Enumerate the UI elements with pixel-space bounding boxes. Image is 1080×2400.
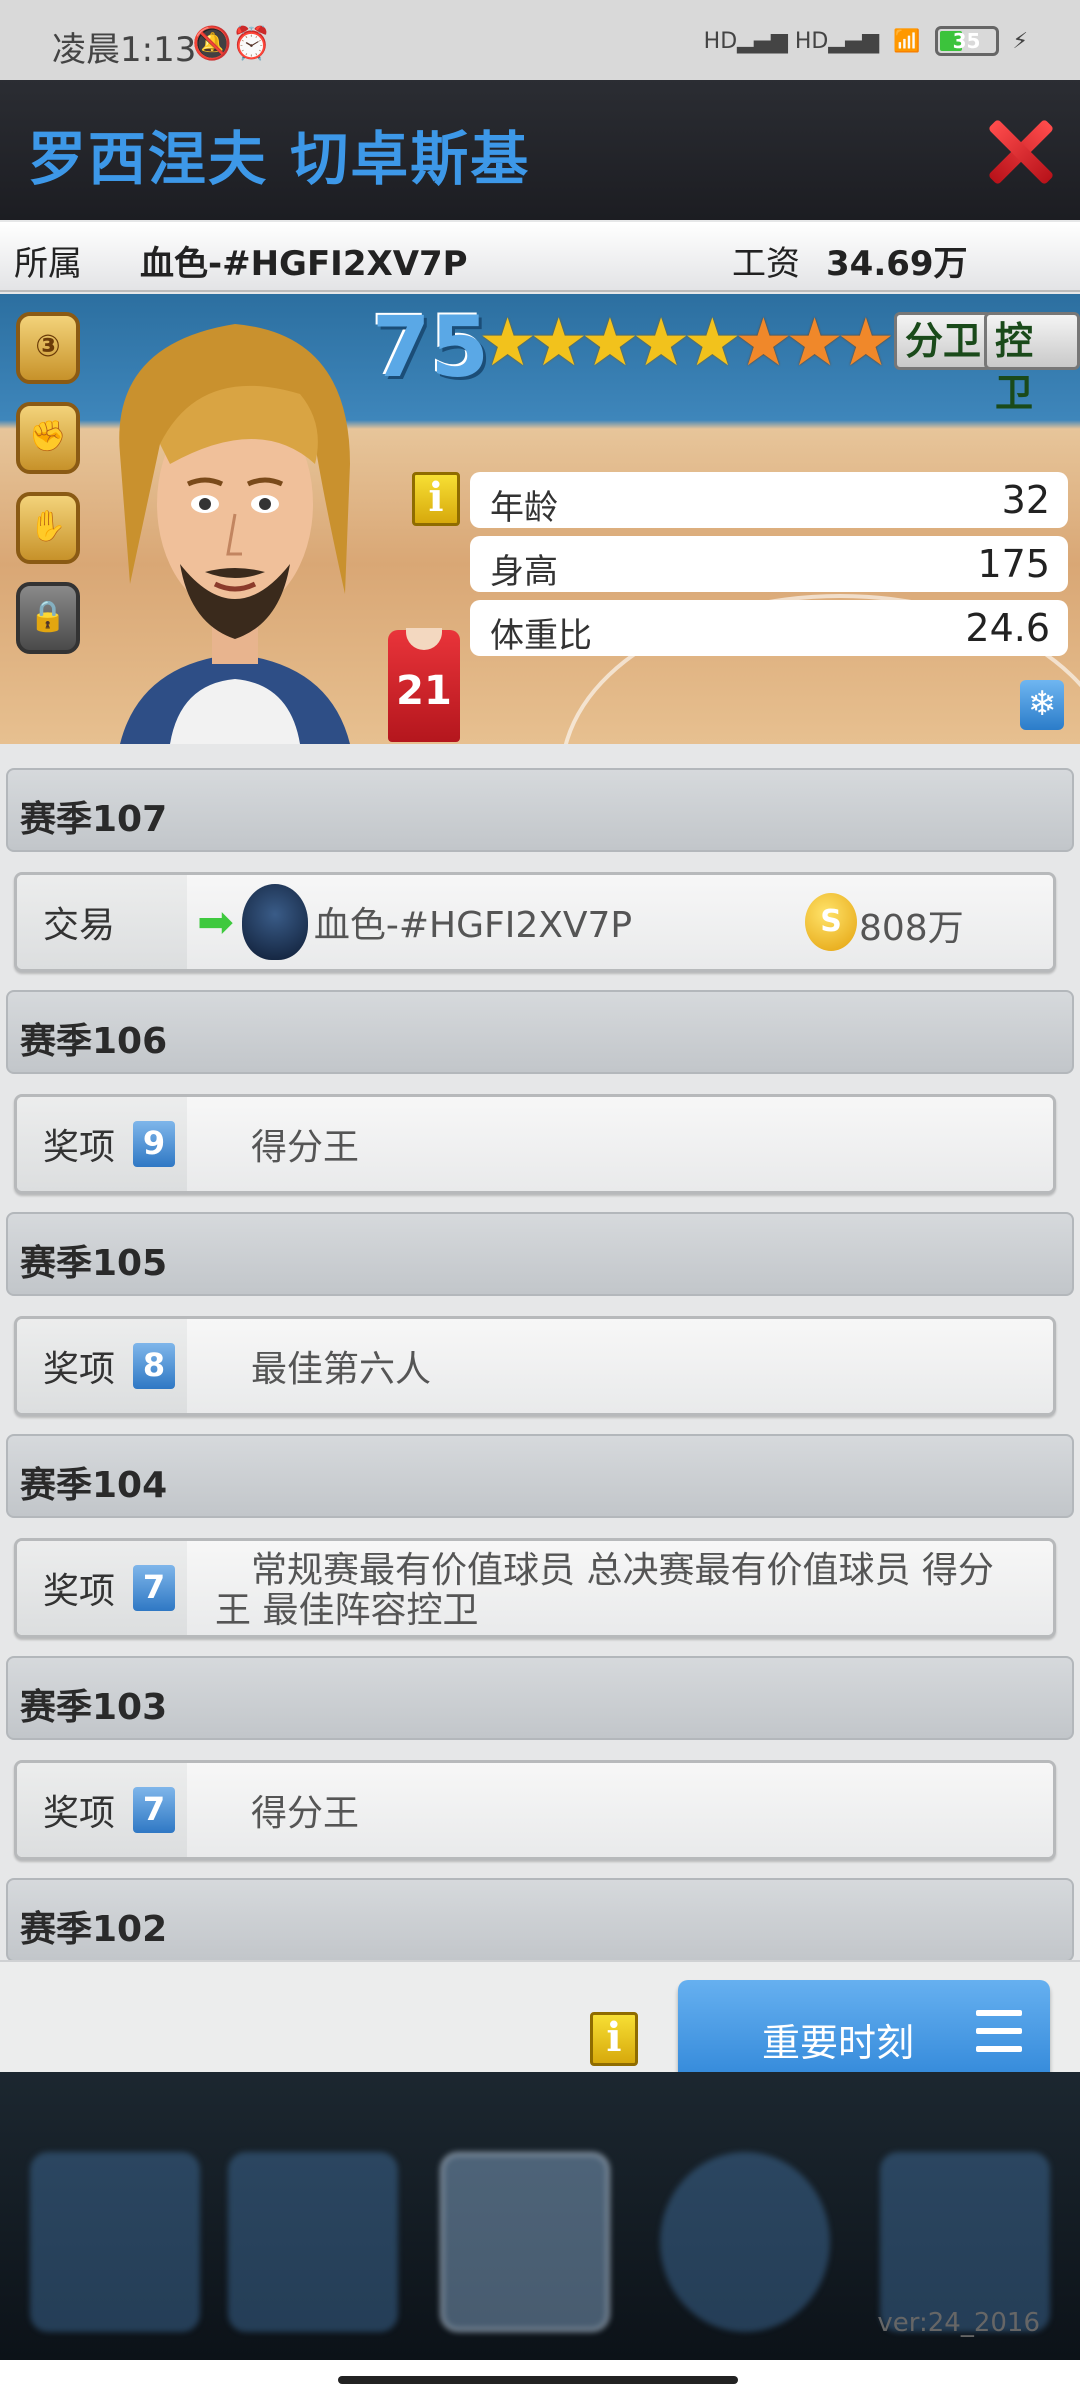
jersey-icon: 21 [388, 628, 460, 742]
battery-icon: 35 [934, 26, 999, 56]
player-avatar [119, 324, 350, 744]
snowflake-icon[interactable]: ❄ [1020, 680, 1064, 730]
notification-icons: 🔕⏰ [192, 24, 272, 62]
season-header: 赛季106 [6, 990, 1074, 1074]
skill-badge-2[interactable]: ✊ [16, 402, 80, 474]
gesture-bar [0, 2360, 1080, 2400]
stat-age: 年龄 32 [470, 472, 1068, 528]
entry-type: 奖项 [43, 1571, 116, 1612]
salary-label: 工资 [732, 244, 800, 284]
menu-icon [976, 2010, 1022, 2054]
signal-icon: HD▂▄▆ HD▂▄▆ [703, 28, 880, 54]
clock: 凌晨1:13 [52, 30, 197, 70]
award-entry[interactable]: 奖项 7 得分王 [14, 1760, 1056, 1860]
award-entry[interactable]: 奖项 9 得分王 [14, 1094, 1056, 1194]
status-right: HD▂▄▆ HD▂▄▆ 📶 35 ⚡ [704, 26, 1028, 56]
team-salary-bar: 所属 血色-#HGFI2XV7P 工资 34.69万(36.34万) [0, 222, 1080, 333]
nav-chat-icon[interactable] [660, 2152, 830, 2332]
home-indicator[interactable] [338, 2376, 738, 2384]
player-card: ③ ✊ ✋ 🔒 75 ★ ★ ★ ★ ★ ★ ★ ★ 分卫 控卫 i 年龄 32… [0, 294, 1080, 744]
entry-type-wrap: 奖项 9 [17, 1097, 187, 1191]
rating-stars: ★ ★ ★ ★ ★ ★ ★ ★ [478, 308, 895, 378]
trade-amount: 808万 [859, 908, 964, 949]
player-rating: 75 [372, 298, 489, 396]
season-header: 赛季103 [6, 1656, 1074, 1740]
award-count-badge: 8 [133, 1343, 176, 1389]
close-icon[interactable] [984, 116, 1054, 186]
team-value[interactable]: 血色-#HGFI2XV7P [140, 236, 468, 285]
season-header: 赛季102 [6, 1878, 1074, 1960]
player-name: 罗西涅夫 切卓斯基 [28, 125, 531, 193]
entry-type: 奖项 [43, 1793, 116, 1834]
season-header: 赛季104 [6, 1434, 1074, 1518]
award-text: 得分王 [187, 1097, 1053, 1191]
stat-value: 24.6 [965, 606, 1050, 650]
title-bar: 罗西涅夫 切卓斯基 [0, 80, 1080, 220]
entry-type: 交易 [17, 875, 187, 969]
nav-currency-icon[interactable] [228, 2152, 398, 2332]
trade-entry[interactable]: 交易 ➡ 血色-#HGFI2XV7P S 808万 [14, 872, 1056, 972]
position-tag-pg: 控卫 [984, 312, 1080, 415]
team-label: 所属 [14, 244, 82, 284]
team-logo-icon [241, 884, 308, 960]
entry-type-wrap: 奖项 7 [17, 1541, 187, 1635]
award-entry[interactable]: 奖项 7 常规赛最有价值球员 总决赛最有价值球员 得分王 最佳阵容控卫 [14, 1538, 1056, 1638]
nav-team-icon[interactable] [440, 2152, 610, 2332]
star-icon: ★ [836, 304, 896, 381]
award-text: 得分王 [187, 1763, 1053, 1857]
trade-team: 血色-#HGFI2XV7P [313, 905, 633, 946]
status-bar: 凌晨1:13 🔕⏰ HD▂▄▆ HD▂▄▆ 📶 35 ⚡ [0, 0, 1080, 80]
career-history-list[interactable]: 赛季107 交易 ➡ 血色-#HGFI2XV7P S 808万 赛季106 奖项… [0, 750, 1080, 1960]
stat-label: 身高 [490, 552, 558, 592]
season-header: 赛季107 [6, 768, 1074, 852]
lock-icon[interactable]: 🔒 [16, 582, 80, 654]
entry-type-wrap: 奖项 8 [17, 1319, 187, 1413]
charging-icon: ⚡ [1012, 28, 1028, 54]
entry-type: 奖项 [43, 1349, 116, 1390]
stat-height: 身高 175 [470, 536, 1068, 592]
stat-label: 体重比 [490, 616, 592, 656]
award-entry[interactable]: 奖项 8 最佳第六人 [14, 1316, 1056, 1416]
coin-icon: S [805, 893, 857, 951]
version-label: ver:24_2016 [877, 2308, 1040, 2338]
award-count-badge: 7 [133, 1787, 176, 1833]
award-count-badge: 9 [133, 1121, 176, 1167]
arrow-right-icon: ➡ [197, 896, 234, 948]
stat-value: 32 [1001, 478, 1050, 522]
season-header: 赛季105 [6, 1212, 1074, 1296]
key-moments-label: 重要时刻 [762, 2021, 915, 2065]
position-tag-sg: 分卫 [894, 312, 993, 370]
entry-type: 奖项 [43, 1127, 116, 1168]
stat-weight-ratio: 体重比 24.6 [470, 600, 1068, 656]
nav-more-icon[interactable] [880, 2152, 1050, 2332]
nav-star-icon[interactable] [30, 2152, 200, 2332]
player-dialog: 罗西涅夫 切卓斯基 所属 血色-#HGFI2XV7P 工资 34.69万(36.… [0, 80, 1080, 2152]
stat-value: 175 [977, 542, 1050, 586]
info-icon[interactable]: i [412, 472, 460, 526]
wifi-icon: 📶 [893, 28, 921, 54]
entry-content: ➡ 血色-#HGFI2XV7P S 808万 [187, 875, 1053, 969]
bottom-nav: ver:24_2016 [0, 2072, 1080, 2360]
award-count-badge: 7 [133, 1565, 176, 1611]
entry-type-wrap: 奖项 7 [17, 1763, 187, 1857]
award-text: 常规赛最有价值球员 总决赛最有价值球员 得分王 最佳阵容控卫 [187, 1541, 1053, 1635]
award-text: 最佳第六人 [187, 1319, 1053, 1413]
skill-badge-3[interactable]: ✋ [16, 492, 80, 564]
info-icon[interactable]: i [590, 2012, 638, 2066]
skill-badge-1[interactable]: ③ [16, 312, 80, 384]
stat-label: 年龄 [490, 488, 558, 528]
